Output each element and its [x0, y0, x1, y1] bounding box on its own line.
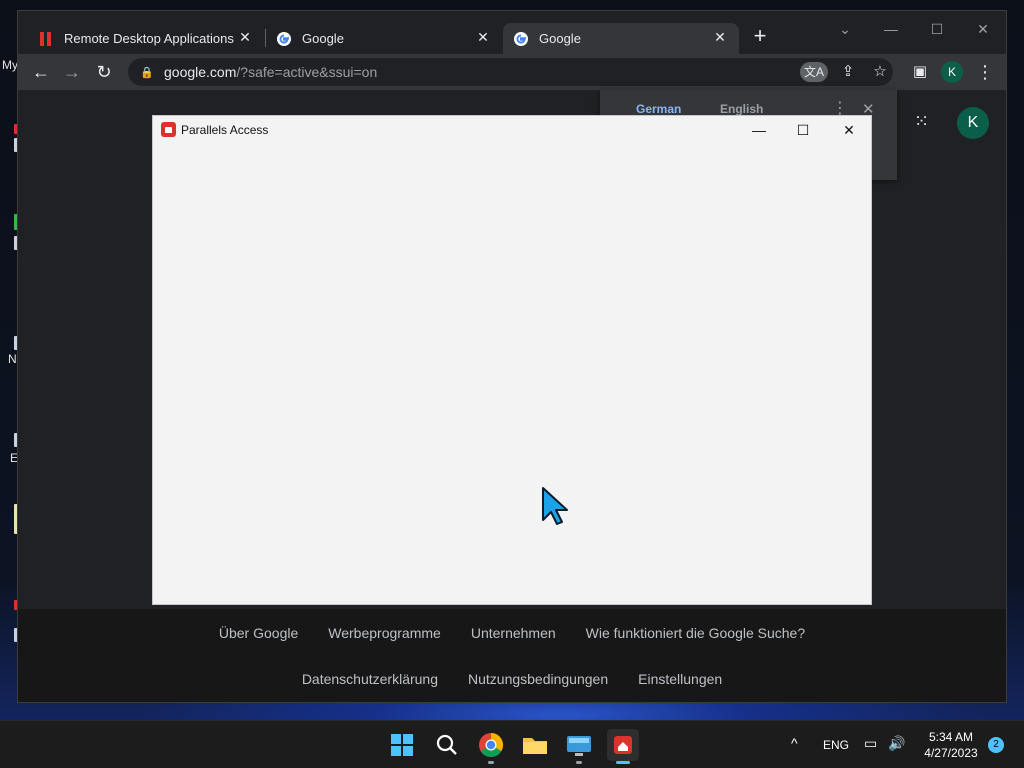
- parallels-access-icon: [161, 122, 176, 137]
- tab-google[interactable]: Google ✕: [266, 23, 502, 54]
- minimize-button[interactable]: —: [876, 17, 906, 41]
- network-icon[interactable]: ▭: [864, 735, 877, 752]
- active-indicator: [616, 761, 630, 764]
- maximize-button[interactable]: ☐: [781, 119, 825, 141]
- monitor-icon: [567, 736, 591, 756]
- window-titlebar[interactable]: Parallels Access — ☐ ✕: [153, 116, 871, 144]
- profile-avatar[interactable]: K: [941, 61, 963, 83]
- parallels-icon: [40, 31, 51, 46]
- parallels-access-taskbar-button[interactable]: [607, 729, 639, 764]
- browser-toolbar: ← → ↻ 🔒 google.com/?safe=active&ssui=on …: [18, 54, 1006, 90]
- close-button[interactable]: ✕: [827, 119, 871, 141]
- tab-google-active[interactable]: Google ✕: [503, 23, 739, 54]
- address-host: google.com: [164, 64, 237, 80]
- address-path: /?safe=active&ssui=on: [236, 64, 378, 80]
- desktop-icon-label: N: [8, 352, 17, 366]
- close-icon[interactable]: ✕: [711, 29, 729, 46]
- menu-kebab-icon[interactable]: ⋮: [972, 59, 998, 85]
- parallels-access-icon: [614, 736, 632, 754]
- translate-icon[interactable]: 文A: [800, 62, 828, 82]
- window-title: Parallels Access: [181, 123, 269, 137]
- footer-link[interactable]: Datenschutzerklärung: [302, 671, 438, 687]
- close-window-button[interactable]: ✕: [968, 17, 998, 41]
- google-footer: Über Google Werbeprogramme Unternehmen W…: [18, 609, 1006, 702]
- windows-logo-icon: [391, 734, 413, 756]
- footer-link[interactable]: Unternehmen: [471, 625, 556, 641]
- footer-link[interactable]: Nutzungsbedingungen: [468, 671, 608, 687]
- chrome-taskbar-button[interactable]: [475, 729, 507, 764]
- google-icon: [514, 31, 528, 46]
- google-apps-icon[interactable]: ⁙: [914, 112, 932, 130]
- side-panel-icon[interactable]: ▣: [907, 59, 933, 85]
- translate-target-tab[interactable]: English: [720, 102, 763, 116]
- clock-time: 5:34 AM: [928, 730, 974, 744]
- maximize-button[interactable]: ☐: [922, 17, 952, 41]
- remote-app-button[interactable]: [563, 729, 595, 764]
- language-indicator[interactable]: ENG: [823, 738, 849, 752]
- volume-icon[interactable]: 🔊: [888, 735, 905, 752]
- file-explorer-button[interactable]: [519, 729, 551, 761]
- footer-link[interactable]: Werbeprogramme: [328, 625, 441, 641]
- running-indicator: [488, 761, 494, 764]
- footer-link[interactable]: Einstellungen: [638, 671, 722, 687]
- mouse-cursor-icon: [542, 487, 568, 525]
- footer-links-row: Über Google Werbeprogramme Unternehmen W…: [18, 625, 1006, 641]
- tab-search-button[interactable]: ⌄: [830, 17, 860, 41]
- account-avatar[interactable]: K: [957, 107, 989, 139]
- reload-button[interactable]: ↻: [91, 59, 117, 85]
- footer-links-row: Datenschutzerklärung Nutzungsbedingungen…: [18, 671, 1006, 687]
- parallels-access-window: Parallels Access — ☐ ✕: [152, 115, 872, 605]
- search-button[interactable]: [431, 729, 463, 761]
- bookmark-star-icon[interactable]: ☆: [866, 62, 894, 82]
- footer-link[interactable]: Über Google: [219, 625, 298, 641]
- tab-title: Remote Desktop Applications–G: [64, 31, 234, 46]
- address-bar[interactable]: 🔒 google.com/?safe=active&ssui=on 文A ⇪ ☆: [128, 58, 893, 86]
- taskbar: ^ ENG ▭ 🔊 5:34 AM 4/27/2023: [0, 720, 1024, 768]
- share-icon[interactable]: ⇪: [834, 62, 862, 82]
- tab-remote-desktop[interactable]: Remote Desktop Applications–G ✕: [28, 23, 264, 54]
- forward-button[interactable]: →: [59, 59, 85, 85]
- chrome-icon: [479, 733, 504, 758]
- start-button[interactable]: [386, 729, 418, 761]
- desktop-icon-label: My: [2, 58, 18, 72]
- folder-icon: [523, 738, 547, 754]
- running-indicator: [576, 761, 582, 764]
- notification-badge[interactable]: 2: [988, 737, 1004, 753]
- close-icon[interactable]: ✕: [474, 29, 492, 46]
- tray-overflow-chevron-icon[interactable]: ^: [791, 735, 798, 751]
- back-button[interactable]: ←: [28, 59, 54, 85]
- tab-title: Google: [302, 31, 344, 46]
- tab-title: Google: [539, 31, 581, 46]
- system-clock[interactable]: 5:34 AM 4/27/2023: [916, 729, 986, 761]
- footer-link[interactable]: Wie funktioniert die Google Suche?: [586, 625, 805, 641]
- search-icon: [436, 734, 457, 755]
- google-icon: [277, 31, 291, 46]
- close-icon[interactable]: ✕: [236, 29, 254, 46]
- minimize-button[interactable]: —: [737, 119, 781, 141]
- clock-date: 4/27/2023: [924, 746, 978, 760]
- lock-icon[interactable]: 🔒: [140, 66, 154, 79]
- tab-strip: Remote Desktop Applications–G ✕ Google ✕…: [18, 11, 1006, 54]
- new-tab-button[interactable]: +: [749, 25, 771, 47]
